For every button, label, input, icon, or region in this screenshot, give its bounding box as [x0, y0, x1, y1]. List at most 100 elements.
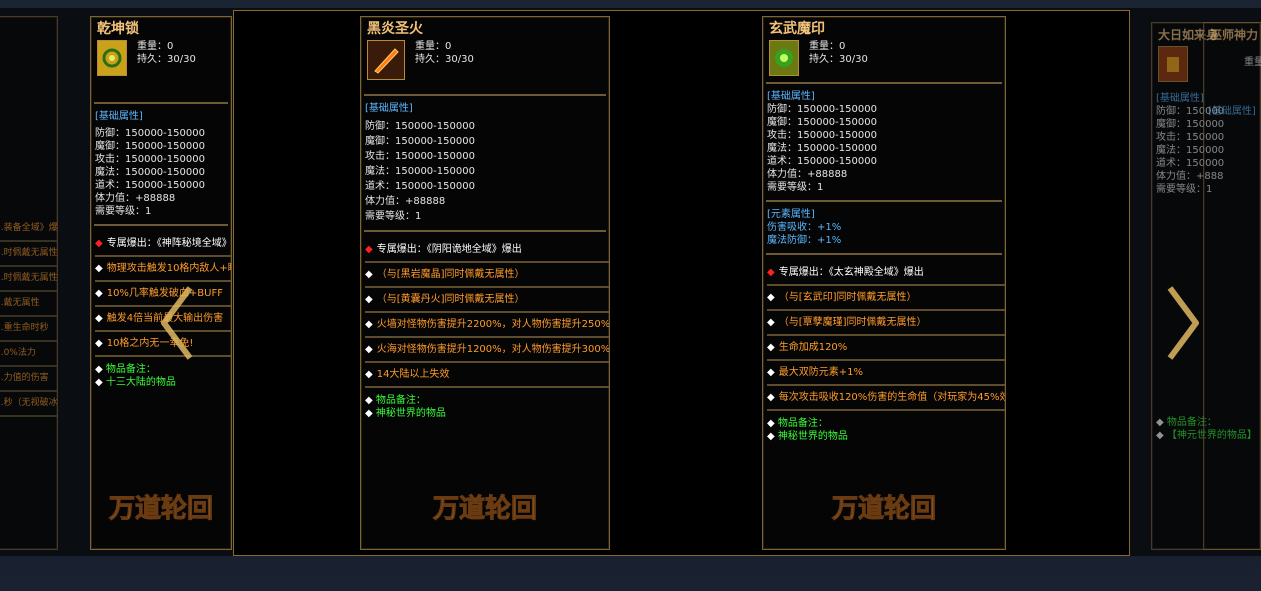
- divider: [364, 230, 606, 232]
- element-list: 伤害吸收：+1% 魔法防御：+1%: [763, 221, 1005, 247]
- attribute-list: 防御：150000-150000 魔御：150000-150000 攻击：15000…: [763, 103, 1005, 194]
- attribute-line: 魔法防御：+1%: [767, 235, 842, 246]
- flame-blade-icon: [374, 48, 399, 74]
- note-text: 神秘世界的物品: [375, 408, 446, 419]
- prev-arrow-icon[interactable]: [158, 283, 198, 363]
- attribute-line: 道术：150000-150000: [365, 181, 475, 192]
- feature-row: ◆ 14大陆以上失效: [365, 363, 609, 388]
- game-logo: 万道轮回: [432, 493, 537, 525]
- section-title: [基础属性]: [1208, 106, 1256, 117]
- white-diamond-icon: ◆: [95, 288, 103, 299]
- attribute-line: 体力值：+88888: [365, 196, 446, 207]
- lock-item-icon: [102, 48, 122, 68]
- white-diamond-icon: ◆: [365, 344, 373, 355]
- attribute-line: 攻击：150000-150000: [95, 154, 205, 165]
- left-partial-row: ...力值的伤害: [0, 367, 57, 392]
- feature-text: 火海对怪物伤害提升1200%，对人物伤害提升300%: [376, 344, 610, 355]
- left-partial-row: ...0%法力: [0, 342, 57, 367]
- feature-row: ◆ 每次攻击吸收120%伤害的生命值（对玩家为45%效果）: [767, 386, 1005, 411]
- element-section-title: [元素属性]: [767, 209, 815, 220]
- left-partial-row: ...秒（无视破冰等）: [0, 392, 57, 417]
- feature-text: 生命加成120%: [778, 342, 848, 353]
- armor-item-icon: [1167, 57, 1179, 72]
- feature-row: ◆ （与[覃孽魔瑾]同时佩戴无属性）: [767, 311, 1005, 336]
- red-diamond-icon: ◆: [95, 238, 103, 249]
- red-diamond-icon: ◆: [365, 244, 373, 255]
- item-weight: 重量：0: [809, 41, 846, 52]
- white-diamond-icon: ◆: [365, 294, 373, 305]
- attribute-line: 魔御：150000-150000: [365, 136, 475, 147]
- attribute-line: 需要等级：1: [95, 206, 152, 217]
- note-label: 物品备注：: [777, 418, 828, 429]
- item-title: 玄武魔印: [769, 21, 825, 37]
- feature-text: （与[黄囊丹火]同时佩戴无属性）: [376, 294, 525, 305]
- white-diamond-icon: ◆: [95, 313, 103, 324]
- attribute-line: 体力值：+88888: [767, 169, 848, 180]
- item-weight: 重量：: [1244, 57, 1261, 68]
- item-card-left-partial: ...装备全域》爆出...时佩戴无属性...时佩戴无属性...戴无属性...重生…: [0, 16, 58, 550]
- attribute-line: 魔法：150000-150000: [95, 167, 205, 178]
- feature-text: 每次攻击吸收120%伤害的生命值（对玩家为45%效果）: [778, 392, 1006, 403]
- feature-row: ◆ （与[黄囊丹火]同时佩戴无属性）: [365, 288, 609, 313]
- item-icon: [97, 40, 127, 76]
- feature-text: 火墙对怪物伤害提升2200%，对人物伤害提升250%: [376, 319, 610, 330]
- attribute-line: 攻击：150000-150000: [767, 130, 877, 141]
- attribute-line: 道术：150000-150000: [767, 156, 877, 167]
- feature-row: ◆ 最大双防元素+1%: [767, 361, 1005, 386]
- note-text: 神秘世界的物品: [777, 431, 848, 442]
- feature-text: 物理攻击触发10格内敌人+瞬间: [106, 263, 231, 274]
- note-label: 物品备注：: [375, 395, 426, 406]
- divider: [94, 224, 228, 226]
- white-diamond-icon: ◆: [365, 369, 373, 380]
- attribute-line: 攻击：150000-150000: [365, 151, 475, 162]
- item-card-xuanwu: 玄武魔印 重量：0 持久：30/30 [基础属性] 防御：150000-1500…: [762, 16, 1006, 550]
- section-title: [基础属性]: [365, 103, 413, 114]
- item-icon: [367, 40, 405, 80]
- feature-text: （与[覃孽魔瑾]同时佩戴无属性）: [778, 317, 927, 328]
- white-diamond-icon: ◆: [767, 292, 775, 303]
- attribute-line: 魔御：150000-150000: [95, 141, 205, 152]
- attribute-line: 道术：150000-150000: [95, 180, 205, 191]
- item-weight: 重量：0: [415, 41, 452, 52]
- item-icon: [769, 40, 799, 76]
- feature-list: ◆ 专属爆出：《阴阳诡地全域》爆出 ◆ （与[黑岩魔晶]同时佩戴无属性） ◆ （与[黄囊丹…: [361, 238, 609, 388]
- feature-row: ◆ （与[黑岩魔晶]同时佩戴无属性）: [365, 263, 609, 288]
- left-partial-row: ...重生命时秒: [0, 317, 57, 342]
- divider: [766, 82, 1002, 84]
- item-weight: 重量：0: [137, 41, 174, 52]
- feature-text: （与[黑岩魔晶]同时佩戴无属性）: [376, 269, 525, 280]
- feature-text: 14大陆以上失效: [376, 369, 450, 380]
- attribute-line: 需要等级：1: [767, 182, 824, 193]
- white-diamond-icon: ◆: [767, 392, 775, 403]
- game-logo: 万道轮回: [108, 493, 213, 525]
- next-arrow-icon[interactable]: [1162, 283, 1202, 363]
- white-diamond-icon: ◆: [767, 342, 775, 353]
- item-title: 黑炎圣火: [367, 21, 423, 37]
- feature-row: ◆物理攻击触发10格内敌人+瞬间: [95, 257, 231, 282]
- white-diamond-icon: ◆: [95, 338, 103, 349]
- feature-text: 专属爆出：《太玄神殿全域》爆出: [778, 267, 924, 278]
- divider: [94, 102, 228, 104]
- feature-row: ◆专属爆出：《神阵秘境全域》爆出: [95, 232, 231, 257]
- section-title: [基础属性]: [95, 111, 143, 122]
- item-durability: 持久：30/30: [137, 54, 196, 65]
- divider: [766, 253, 1002, 255]
- feature-row: ◆ 火海对怪物伤害提升1200%，对人物伤害提升300%: [365, 338, 609, 363]
- left-partial-rows: ...装备全域》爆出...时佩戴无属性...时佩戴无属性...戴无属性...重生…: [0, 217, 57, 417]
- feature-text: 专属爆出：《阴阳诡地全域》爆出: [376, 244, 522, 255]
- feature-text: 最大双防元素+1%: [778, 367, 863, 378]
- section-title: [基础属性]: [767, 91, 815, 102]
- feature-row: ◆ 生命加成120%: [767, 336, 1005, 361]
- attribute-line: 防御：150000-150000: [365, 121, 475, 132]
- game-logo-text: 万道轮回: [832, 493, 936, 524]
- attribute-line: 魔法：150000-150000: [767, 143, 877, 154]
- left-partial-row: ...时佩戴无属性: [0, 267, 57, 292]
- white-diamond-icon: ◆: [95, 263, 103, 274]
- white-diamond-icon: ◆: [767, 317, 775, 328]
- attribute-list: 防御：150000-150000 魔御：150000-150000 攻击：15000…: [361, 119, 609, 224]
- feature-text: 专属爆出：《神阵秘境全域》爆出: [106, 238, 232, 249]
- feature-row: ◆ 专属爆出：《太玄神殿全域》爆出: [767, 261, 1005, 286]
- attribute-line: 需要等级：1: [365, 211, 422, 222]
- note-text: 十三大陆的物品: [105, 377, 176, 388]
- white-diamond-icon: ◆: [365, 319, 373, 330]
